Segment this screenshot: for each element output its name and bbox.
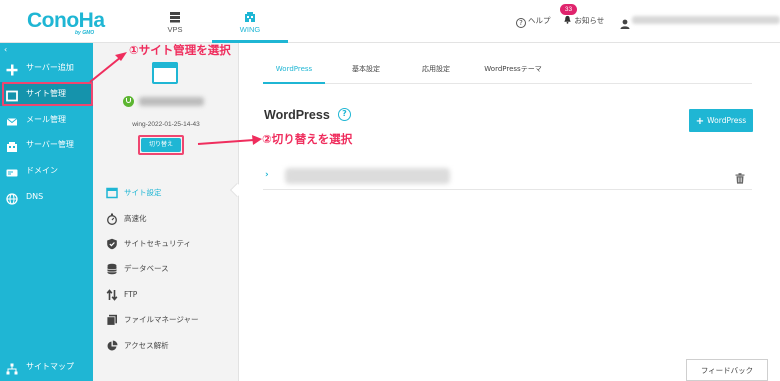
window-icon <box>6 88 18 102</box>
notice-link[interactable]: お知らせ <box>563 15 604 26</box>
site-url-redacted <box>285 168 450 184</box>
main-sidebar: ‹ サーバー追加 サイト管理 メール管理 サーバー管理 ドメイン DNS サイト… <box>0 43 93 381</box>
sitemap-icon <box>6 361 18 375</box>
sidebar-item-dns[interactable]: DNS <box>0 185 93 209</box>
notice-label: お知らせ <box>574 16 605 25</box>
highlight-box <box>138 135 184 155</box>
transfer-arrows-icon <box>106 289 118 301</box>
settings-tabs: WordPress 基本設定 応用設定 WordPressテーマ <box>263 58 752 84</box>
building-icon <box>6 139 18 152</box>
help-link[interactable]: ? ヘルプ <box>516 15 551 28</box>
plus-icon <box>6 62 18 76</box>
tab-wing-label: WING <box>239 25 261 34</box>
user-icon <box>620 14 630 33</box>
power-on-icon <box>123 96 134 107</box>
sidebar-item-label: サーバー追加 <box>26 63 74 72</box>
domain-icon <box>6 165 18 177</box>
menu-speed[interactable]: 高速化 <box>106 211 236 227</box>
menu-ftp[interactable]: FTP <box>106 287 236 303</box>
annotation-step-2: ②切り替えを選択 <box>262 132 353 146</box>
files-icon <box>106 314 118 326</box>
menu-label: 高速化 <box>124 214 147 223</box>
trash-icon[interactable] <box>735 169 745 188</box>
tab-wordpress[interactable]: WordPress <box>263 58 325 84</box>
sidebar-item-label: メール管理 <box>26 115 66 124</box>
site-name-redacted <box>139 97 204 106</box>
menu-security[interactable]: サイトセキュリティ <box>106 236 236 252</box>
add-wordpress-button[interactable]: + WordPress <box>689 109 753 132</box>
menu-database[interactable]: データベース <box>106 261 236 277</box>
sidebar-item-label: サイト管理 <box>26 89 66 98</box>
menu-label: FTP <box>124 290 138 299</box>
menu-label: アクセス解析 <box>124 341 169 350</box>
stopwatch-icon <box>106 213 118 225</box>
site-panel: wing-2022-01-25-14-43 切り替え サイト設定 高速化 サイト… <box>93 43 245 381</box>
mail-icon <box>6 114 18 126</box>
add-wordpress-label: WordPress <box>707 116 747 125</box>
page-title: WordPress <box>264 108 330 122</box>
tab-vps[interactable]: VPS <box>152 0 198 42</box>
sidebar-item-site-management[interactable]: サイト管理 <box>0 82 93 106</box>
sidebar-item-domain[interactable]: ドメイン <box>0 159 93 183</box>
sidebar-item-label: サイトマップ <box>26 362 74 371</box>
question-icon: ? <box>516 18 526 28</box>
site-window-icon <box>152 62 178 84</box>
chevron-right-icon[interactable]: › <box>265 170 269 180</box>
pie-chart-icon <box>106 340 118 352</box>
sidebar-item-server[interactable]: サーバー管理 <box>0 133 93 157</box>
bell-icon <box>563 15 574 25</box>
sidebar-item-mail[interactable]: メール管理 <box>0 108 93 132</box>
menu-site-settings[interactable]: サイト設定 <box>106 185 236 201</box>
menu-label: サイトセキュリティ <box>124 239 192 248</box>
help-label: ヘルプ <box>528 16 551 25</box>
shield-icon <box>106 238 118 250</box>
annotation-arrowhead-2 <box>252 135 262 145</box>
wordpress-site-row[interactable]: › <box>263 162 752 190</box>
user-menu[interactable] <box>620 14 630 33</box>
plus-icon: + <box>695 116 705 127</box>
menu-file-manager[interactable]: ファイルマネージャー <box>106 312 236 328</box>
user-email-redacted <box>632 16 780 24</box>
notice-badge: 33 <box>560 4 577 15</box>
menu-analytics[interactable]: アクセス解析 <box>106 338 236 354</box>
sidebar-item-sitemap[interactable]: サイトマップ <box>0 355 93 379</box>
help-icon[interactable]: ? <box>338 108 351 121</box>
menu-label: データベース <box>124 264 169 273</box>
tab-wing[interactable]: WING <box>212 0 288 43</box>
window-icon <box>106 187 118 199</box>
database-icon <box>106 263 118 275</box>
sidebar-item-label: ドメイン <box>26 166 58 175</box>
tab-vps-label: VPS <box>167 25 183 34</box>
feedback-button[interactable]: フィードバック <box>686 359 768 381</box>
site-id: wing-2022-01-25-14-43 <box>132 121 200 128</box>
tab-basic-settings[interactable]: 基本設定 <box>341 58 391 84</box>
annotation-step-1: ①サイト管理を選択 <box>129 43 231 57</box>
tab-advanced-settings[interactable]: 応用設定 <box>411 58 461 84</box>
globe-icon <box>6 191 18 205</box>
top-header: ConoHa by GMO VPS WING ? ヘルプ 33 お知らせ <box>0 0 780 43</box>
sidebar-collapse-icon[interactable]: ‹ <box>4 45 7 54</box>
sidebar-item-label: サーバー管理 <box>26 140 74 149</box>
menu-label: サイト設定 <box>124 188 162 197</box>
sidebar-item-add-server[interactable]: サーバー追加 <box>0 56 93 80</box>
menu-label: ファイルマネージャー <box>124 315 199 324</box>
tab-wordpress-theme[interactable]: WordPressテーマ <box>473 58 553 84</box>
conoha-logo[interactable]: ConoHa by GMO <box>27 9 107 36</box>
sidebar-item-label: DNS <box>26 192 44 201</box>
logo-sub: by GMO <box>75 30 95 36</box>
